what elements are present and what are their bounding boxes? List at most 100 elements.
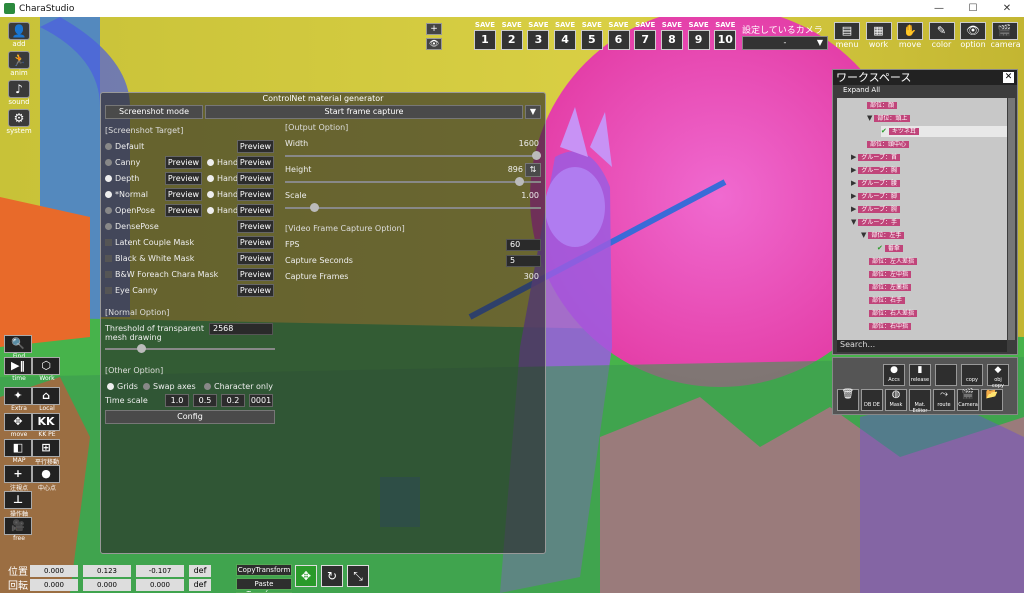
left-tool-7[interactable]: ◧ MAP xyxy=(4,439,34,464)
tree-node[interactable]: ▼ 部位：左手 xyxy=(861,230,905,241)
work-button[interactable]: ▦ work xyxy=(865,22,893,50)
tree-node[interactable]: 部位：右手 xyxy=(869,295,906,306)
copy-transform-button[interactable]: CopyTransform xyxy=(236,564,292,576)
target-6[interactable]: Latent Couple Mask xyxy=(105,238,194,247)
workspace-tool[interactable]: ● Accs xyxy=(883,364,905,386)
hand-radio[interactable]: Hand xyxy=(207,206,238,215)
paste-transform-button[interactable]: Paste Transform xyxy=(236,578,292,593)
capture-seconds-input[interactable]: 5 xyxy=(506,255,541,267)
target-5[interactable]: DensePose xyxy=(105,222,159,231)
workspace-tool[interactable]: 🎬 Camera xyxy=(957,389,979,411)
target-preview-button[interactable]: Preview xyxy=(237,220,274,233)
chevron-down-icon[interactable]: ▼ xyxy=(525,105,541,119)
workspace-tool[interactable]: ▮ release xyxy=(909,364,931,386)
target-preview-button[interactable]: Preview xyxy=(237,252,274,265)
grids-radio[interactable]: Grids xyxy=(107,382,138,391)
left-tool-1[interactable]: ⬡ Work xyxy=(32,357,62,382)
workspace-tool[interactable] xyxy=(935,364,957,386)
camera-select[interactable]: - ▼ xyxy=(742,36,828,50)
threshold-slider[interactable] xyxy=(105,344,275,353)
target-preview-button[interactable]: Preview xyxy=(237,236,274,249)
height-slider-handle[interactable] xyxy=(514,177,524,186)
left-tool-2[interactable]: ▶‖ time xyxy=(4,357,34,382)
workspace-tool[interactable]: ◆ obj copy xyxy=(987,364,1009,389)
transform-input[interactable]: 0.000 xyxy=(30,578,78,591)
tree-node[interactable]: 部位：左中指 xyxy=(869,269,912,280)
left-tool-8[interactable]: ⊞ 平行移動 xyxy=(32,439,62,466)
hand-radio[interactable]: Hand xyxy=(207,174,238,183)
tree-node[interactable]: ▼ 部位：頭上 xyxy=(867,113,911,124)
threshold-slider-handle[interactable] xyxy=(137,344,147,353)
scale-slider[interactable] xyxy=(285,203,541,212)
tree-node[interactable]: ▼ グループ：手 xyxy=(851,217,901,228)
target-3[interactable]: *Normal xyxy=(105,190,148,199)
workspace-tool[interactable]: ◍ Mask xyxy=(885,389,907,411)
fps-input[interactable]: 60 xyxy=(506,239,541,251)
tree-node[interactable]: ▶ グループ：腕 xyxy=(851,204,901,215)
tree-node[interactable]: 部位：左薬指 xyxy=(869,282,912,293)
maximize-button[interactable]: ☐ xyxy=(956,0,990,17)
workspace-tool[interactable]: copy xyxy=(961,364,983,386)
expand-all-button[interactable]: Expand All xyxy=(833,85,1017,96)
target-preview-button[interactable]: Preview xyxy=(165,172,202,185)
add-camera-button[interactable]: + xyxy=(426,23,442,35)
sidebar-button-system[interactable]: ⚙ system xyxy=(4,108,34,138)
workspace-tool[interactable]: DB DE xyxy=(861,389,883,411)
target-0[interactable]: Default xyxy=(105,142,144,151)
target-9[interactable]: Eye Canny xyxy=(105,286,158,295)
target-preview-button[interactable]: Preview xyxy=(165,156,202,169)
save-slot-10[interactable]: SAVE 10 xyxy=(713,21,737,51)
save-slot-7[interactable]: SAVE 7 xyxy=(633,21,657,51)
save-slot-9[interactable]: SAVE 9 xyxy=(687,21,711,51)
target-preview-button[interactable]: Preview xyxy=(237,188,274,201)
eye-icon[interactable]: 👁 xyxy=(426,38,442,50)
left-tool-6[interactable]: KK KK PE xyxy=(32,413,62,438)
target-preview-button[interactable]: Preview xyxy=(237,140,274,153)
tree-node[interactable]: ▶ グループ：腰 xyxy=(851,178,901,189)
tree-node[interactable]: 部位：頭中心 xyxy=(867,139,910,150)
transform-input[interactable]: 0.000 xyxy=(30,564,78,577)
scale-slider-handle[interactable] xyxy=(309,203,319,212)
tree-node[interactable]: ▶ グループ：胸 xyxy=(851,165,901,176)
tree-node[interactable]: ▶ グループ：首 xyxy=(851,152,901,163)
studio-viewport[interactable]: 👤add🏃anim♪sound⚙system 🔍Find⬡Work▶‖time✦… xyxy=(0,17,1024,593)
left-tool-12[interactable]: 🎥 free xyxy=(4,517,34,542)
close-button[interactable]: ✕ xyxy=(990,0,1024,17)
transform-input[interactable]: -0.107 xyxy=(136,564,184,577)
save-slot-4[interactable]: SAVE 4 xyxy=(553,21,577,51)
workspace-tree[interactable]: 部位：顔 ▼ 部位：頭上 ✔ キツネ耳部位：頭中心 ▶ グループ：首 ▶ グループ：胸 ▶ グループ… xyxy=(837,98,1007,340)
camera-button[interactable]: 🎬 camera xyxy=(991,22,1021,50)
time-scale-button[interactable]: 0001 xyxy=(249,394,273,407)
save-slot-3[interactable]: SAVE 3 xyxy=(526,21,550,51)
workspace-tool[interactable]: 📂 xyxy=(981,389,1003,411)
move-button[interactable]: ✋ move xyxy=(896,22,924,50)
target-preview-button[interactable]: Preview xyxy=(237,204,274,217)
tree-node[interactable]: 部位：顔 xyxy=(867,100,898,111)
move-gizmo-icon[interactable]: ✥ xyxy=(295,565,317,587)
left-tool-4[interactable]: ⌂ Local xyxy=(32,387,62,412)
workspace-scrollbar[interactable] xyxy=(1008,98,1015,340)
width-slider[interactable] xyxy=(285,151,541,160)
transform-input[interactable]: 0.000 xyxy=(136,578,184,591)
hand-radio[interactable]: Hand xyxy=(207,190,238,199)
config-button[interactable]: Config xyxy=(105,410,275,424)
tree-node[interactable]: ✔ キツネ耳 xyxy=(881,126,1007,137)
target-preview-button[interactable]: Preview xyxy=(237,284,274,297)
left-tool-5[interactable]: ✥ move xyxy=(4,413,34,438)
save-slot-1[interactable]: SAVE 1 xyxy=(473,21,497,51)
tree-node[interactable]: 部位：右人差指 xyxy=(869,308,918,319)
save-slot-6[interactable]: SAVE 6 xyxy=(607,21,631,51)
left-tool-3[interactable]: ✦ Extra xyxy=(4,387,34,412)
hand-radio[interactable]: Hand xyxy=(207,158,238,167)
target-8[interactable]: B&W Foreach Chara Mask xyxy=(105,270,218,279)
save-slot-2[interactable]: SAVE 2 xyxy=(500,21,524,51)
start-frame-capture-button[interactable]: Start frame capture xyxy=(205,105,523,119)
save-slot-8[interactable]: SAVE 8 xyxy=(660,21,684,51)
left-tool-9[interactable]: + 注視点 xyxy=(4,465,34,492)
def-button[interactable]: def xyxy=(189,578,211,591)
color-button[interactable]: ✎ color xyxy=(928,22,956,50)
target-1[interactable]: Canny xyxy=(105,158,140,167)
sidebar-button-add[interactable]: 👤 add xyxy=(4,21,34,51)
option-button[interactable]: 👁 option xyxy=(959,22,987,50)
time-scale-button[interactable]: 0.2 xyxy=(221,394,245,407)
